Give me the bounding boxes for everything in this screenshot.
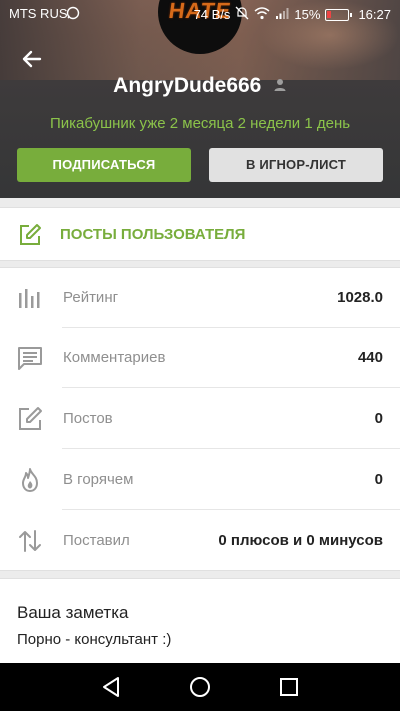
sort-arrows-icon xyxy=(17,528,43,554)
clock: 16:27 xyxy=(358,7,391,22)
mute-icon xyxy=(235,6,249,23)
stat-label: Постов xyxy=(63,410,113,427)
stat-value: 0 xyxy=(374,410,383,427)
nav-home-icon[interactable] xyxy=(188,675,212,699)
stat-value: 1028.0 xyxy=(337,289,383,306)
username: AngryDude666 xyxy=(113,74,262,97)
status-bar: MTS RUS 74 B/s 15% 16:27 xyxy=(0,0,400,28)
stat-label: Рейтинг xyxy=(63,289,119,306)
nav-back-icon[interactable] xyxy=(99,675,123,699)
nav-recents-icon[interactable] xyxy=(277,675,301,699)
subscribe-button[interactable]: ПОДПИСАТЬСЯ xyxy=(17,148,191,182)
flame-icon xyxy=(17,467,43,493)
note-text: Порно - консультант :) xyxy=(17,631,172,648)
divider xyxy=(62,448,400,449)
battery-icon xyxy=(325,8,353,21)
stat-label: Поставил xyxy=(63,532,130,549)
stat-row-hot: В горячем 0 xyxy=(0,450,400,510)
navigation-bar xyxy=(0,663,400,711)
stat-row-comments: Комментариев 440 xyxy=(0,328,400,388)
stat-value: 440 xyxy=(357,349,383,366)
ignore-list-button[interactable]: В ИГНОР-ЛИСТ xyxy=(209,148,383,182)
stat-row-posts: Постов 0 xyxy=(0,389,400,449)
wifi-icon xyxy=(254,6,270,23)
edit-icon xyxy=(18,223,42,247)
username-row: AngryDude666 xyxy=(0,74,400,98)
user-posts-link[interactable]: ПОСТЫ ПОЛЬЗОВАТЕЛЯ xyxy=(0,207,400,261)
edit-icon xyxy=(17,406,43,432)
stat-value: 0 xyxy=(374,471,383,488)
stat-value: 0 плюсов и 0 минусов xyxy=(218,532,383,549)
comment-icon xyxy=(17,345,43,371)
user-posts-label: ПОСТЫ ПОЛЬЗОВАТЕЛЯ xyxy=(60,226,246,243)
bar-chart-icon xyxy=(17,285,43,311)
stats-list: Рейтинг 1028.0 Комментариев 440 Постов 0… xyxy=(0,267,400,571)
stat-row-rating: Рейтинг 1028.0 xyxy=(0,268,400,328)
profile-header: HATE MTS RUS 74 B/s 15% 16:27 AngryDude6… xyxy=(0,0,400,198)
whatsapp-icon xyxy=(66,6,80,23)
network-speed: 74 B/s xyxy=(193,7,231,22)
stat-label: В горячем xyxy=(63,471,134,488)
member-since: Пикабушник уже 2 месяца 2 недели 1 день xyxy=(49,115,351,132)
divider xyxy=(62,387,400,388)
stat-row-votes: Поставил 0 плюсов и 0 минусов xyxy=(0,511,400,571)
back-arrow-icon[interactable] xyxy=(18,44,48,74)
carrier-label: MTS RUS xyxy=(9,6,68,21)
user-icon xyxy=(273,78,287,92)
signal-icon xyxy=(275,7,289,23)
divider xyxy=(62,509,400,510)
stat-label: Комментариев xyxy=(63,349,166,366)
note-title: Ваша заметка xyxy=(17,603,129,622)
user-note[interactable]: Ваша заметка Порно - консультант :) xyxy=(0,578,400,663)
battery-percent: 15% xyxy=(294,7,321,22)
